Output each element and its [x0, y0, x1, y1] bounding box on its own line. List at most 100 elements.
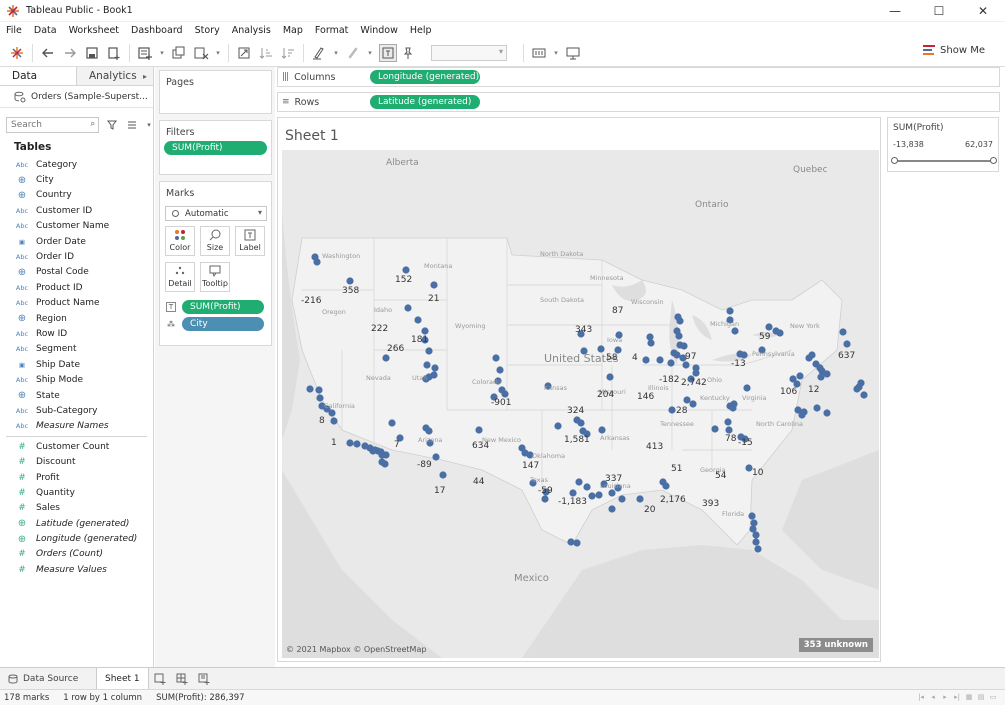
city-mark[interactable]: [667, 359, 675, 367]
city-mark[interactable]: [642, 356, 650, 364]
city-mark[interactable]: [492, 354, 500, 362]
field-order-date[interactable]: ▣ Order Date: [0, 234, 153, 249]
city-mark[interactable]: [496, 366, 504, 374]
city-mark[interactable]: [731, 327, 739, 335]
field-measure-names[interactable]: Abc Measure Names: [0, 419, 153, 434]
city-mark[interactable]: [414, 316, 422, 324]
city-mark[interactable]: [595, 491, 603, 499]
menu-story[interactable]: Story: [189, 25, 226, 36]
filmstrip-icon[interactable]: ▤: [975, 691, 987, 703]
city-mark[interactable]: [656, 356, 664, 364]
duplicate-icon[interactable]: [168, 42, 190, 64]
city-mark[interactable]: [798, 411, 806, 419]
city-mark[interactable]: [683, 396, 691, 404]
city-mark[interactable]: [554, 422, 562, 430]
detail-button[interactable]: Detail: [165, 262, 195, 292]
city-mark[interactable]: [346, 439, 354, 447]
city-mark[interactable]: [439, 471, 447, 479]
close-button[interactable]: ✕: [961, 0, 1005, 22]
city-pill[interactable]: City: [182, 317, 264, 331]
field-longitude-generated[interactable]: ⊕ Longitude (generated): [0, 531, 153, 546]
city-mark[interactable]: [567, 538, 575, 546]
redo-icon[interactable]: [59, 42, 81, 64]
new-story-tab-icon[interactable]: [193, 668, 215, 690]
city-mark[interactable]: [425, 427, 433, 435]
city-mark[interactable]: [646, 333, 654, 341]
menu-format[interactable]: Format: [309, 25, 354, 36]
search-icon[interactable]: ⌕: [90, 119, 95, 129]
city-mark[interactable]: [692, 369, 700, 377]
rows-shelf[interactable]: ≡ Rows Latitude (generated): [277, 92, 1000, 112]
city-mark[interactable]: [402, 266, 410, 274]
maximize-button[interactable]: ☐: [917, 0, 961, 22]
city-mark[interactable]: [662, 482, 670, 490]
menu-file[interactable]: File: [0, 25, 28, 36]
tooltip-button[interactable]: Tooltip: [200, 262, 230, 292]
latitude-pill[interactable]: Latitude (generated): [370, 95, 480, 109]
city-mark[interactable]: [726, 307, 734, 315]
city-mark[interactable]: [853, 385, 861, 393]
show-me-button[interactable]: Show Me: [923, 44, 985, 56]
city-mark[interactable]: [569, 489, 577, 497]
city-mark[interactable]: [423, 361, 431, 369]
tabs-view-icon[interactable]: ▭: [987, 691, 999, 703]
city-mark[interactable]: [421, 327, 429, 335]
menu-dashboard[interactable]: Dashboard: [125, 25, 189, 36]
city-mark[interactable]: [404, 304, 412, 312]
tab-analytics[interactable]: Analytics: [76, 67, 153, 85]
city-mark[interactable]: [541, 495, 549, 503]
tab-data-source[interactable]: Data Source: [0, 668, 96, 690]
undo-icon[interactable]: [37, 42, 59, 64]
longitude-pill[interactable]: Longitude (generated): [370, 70, 480, 84]
city-mark[interactable]: [743, 384, 751, 392]
city-mark[interactable]: [776, 329, 784, 337]
field-profit[interactable]: # Profit: [0, 470, 153, 485]
show-cards-icon[interactable]: [528, 42, 550, 64]
field-quantity[interactable]: # Quantity: [0, 485, 153, 500]
city-mark[interactable]: [382, 451, 390, 459]
field-category[interactable]: Abc Category: [0, 157, 153, 172]
minimize-button[interactable]: —: [873, 0, 917, 22]
filters-card[interactable]: Filters SUM(Profit): [159, 120, 272, 175]
columns-shelf[interactable]: ||| Columns Longitude (generated): [277, 67, 1000, 87]
field-segment[interactable]: Abc Segment: [0, 342, 153, 357]
city-mark[interactable]: [313, 258, 321, 266]
menu-map[interactable]: Map: [277, 25, 309, 36]
tab-sheet-1[interactable]: Sheet 1: [96, 667, 149, 690]
city-mark[interactable]: [668, 406, 676, 414]
slider-min-handle[interactable]: [891, 157, 898, 164]
city-mark[interactable]: [839, 328, 847, 336]
city-mark[interactable]: [805, 354, 813, 362]
next-sheet-icon[interactable]: ▸: [939, 691, 951, 703]
field-product-name[interactable]: Abc Product Name: [0, 296, 153, 311]
city-mark[interactable]: [711, 425, 719, 433]
city-mark[interactable]: [328, 409, 336, 417]
city-mark[interactable]: [598, 426, 606, 434]
city-mark[interactable]: [430, 281, 438, 289]
city-mark[interactable]: [675, 332, 683, 340]
city-mark[interactable]: [330, 417, 338, 425]
city-mark[interactable]: [823, 370, 831, 378]
city-mark[interactable]: [608, 505, 616, 513]
field-customer-count[interactable]: # Customer Count: [0, 439, 153, 454]
menu-worksheet[interactable]: Worksheet: [63, 25, 125, 36]
sum-profit-pill[interactable]: SUM(Profit): [182, 300, 264, 314]
new-datasource-icon[interactable]: [103, 42, 125, 64]
city-mark[interactable]: [432, 453, 440, 461]
map-credit[interactable]: © 2021 Mapbox © OpenStreetMap: [286, 645, 426, 654]
presentation-mode-icon[interactable]: [562, 42, 584, 64]
city-mark[interactable]: [636, 495, 644, 503]
sheet-title[interactable]: Sheet 1: [285, 128, 339, 144]
city-mark[interactable]: [752, 531, 760, 539]
highlight-icon[interactable]: [308, 42, 330, 64]
chevron-down-icon[interactable]: ▾: [156, 42, 168, 64]
field-product-id[interactable]: Abc Product ID: [0, 280, 153, 295]
city-mark[interactable]: [813, 404, 821, 412]
mark-field-city[interactable]: ⁂ City: [166, 317, 264, 331]
fit-dropdown[interactable]: [431, 44, 507, 61]
city-mark[interactable]: [823, 409, 831, 417]
field-discount[interactable]: # Discount: [0, 454, 153, 469]
city-mark[interactable]: [680, 342, 688, 350]
fix-axes-icon[interactable]: [397, 42, 419, 64]
sort-ascending-icon[interactable]: [255, 42, 277, 64]
